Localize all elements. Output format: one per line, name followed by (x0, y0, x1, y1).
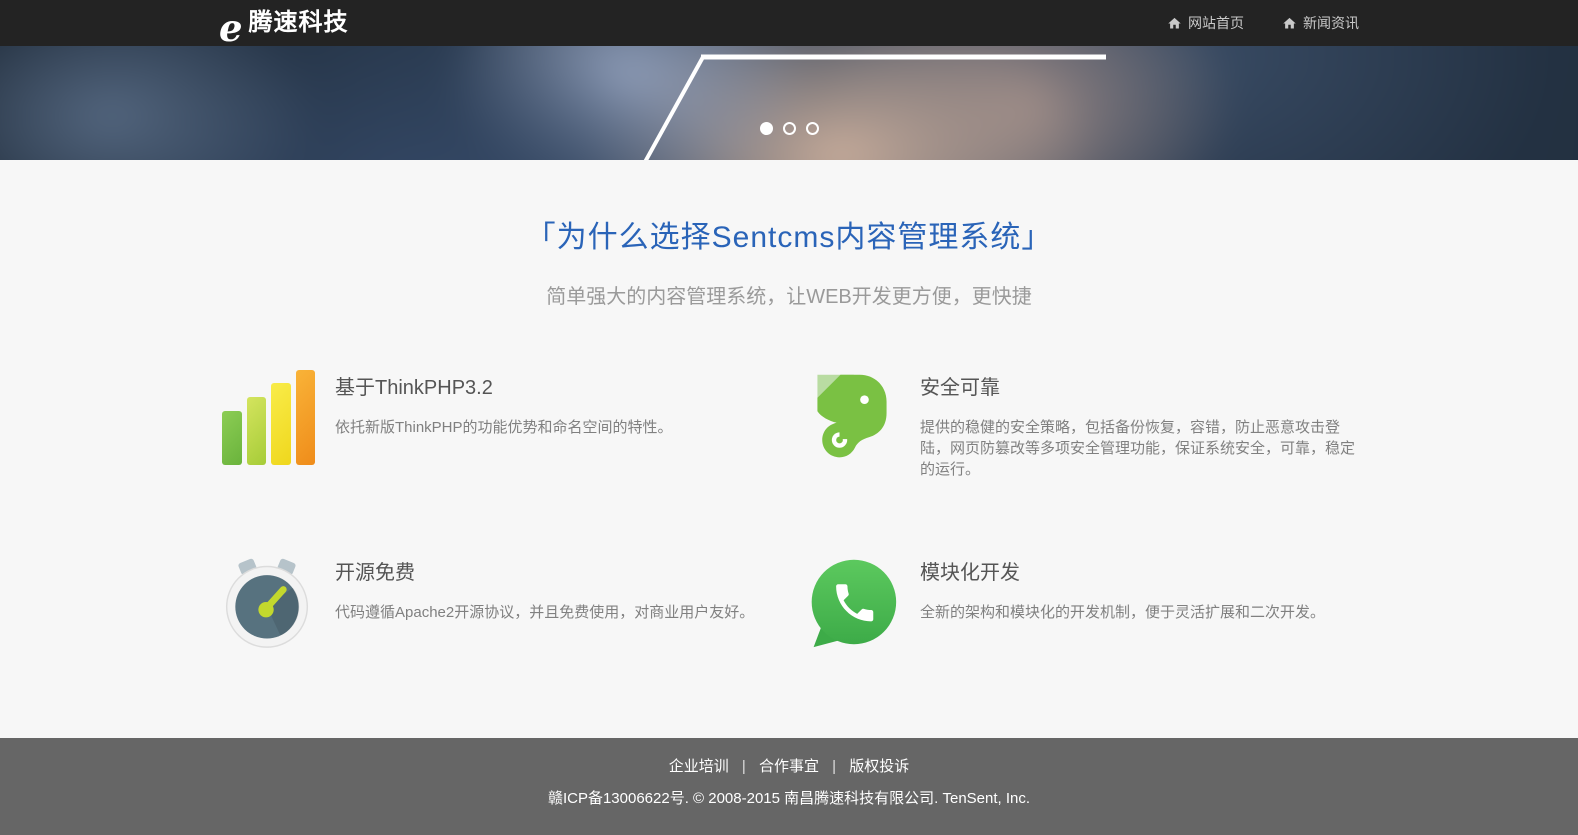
feature-desc: 全新的架构和模块化的开发机制，便于灵活扩展和二次开发。 (920, 602, 1325, 623)
nav-item-label: 网站首页 (1188, 13, 1244, 33)
stopwatch-icon (219, 554, 315, 650)
elephant-icon (804, 369, 900, 465)
home-icon (1167, 16, 1182, 31)
carousel-dot-1[interactable] (760, 122, 773, 135)
feature-opensource: 开源免费 代码遵循Apache2开源协议，并且免费使用，对商业用户友好。 (204, 554, 789, 650)
top-nav: 网站首页 新闻资讯 (1167, 13, 1359, 33)
footer-link-cooperation[interactable]: 合作事宜 (759, 758, 819, 775)
feature-title: 基于ThinkPHP3.2 (335, 371, 673, 400)
features-grid: 基于ThinkPHP3.2 依托新版ThinkPHP的功能优势和命名空间的特性。… (204, 369, 1374, 650)
feature-title: 模块化开发 (920, 556, 1325, 585)
logo-dragon-e-icon: e (219, 11, 243, 45)
whatsapp-icon (804, 554, 900, 650)
footer-separator: | (742, 758, 746, 775)
hero-carousel (0, 46, 1578, 160)
nav-item-label: 新闻资讯 (1303, 13, 1359, 33)
feature-thinkphp: 基于ThinkPHP3.2 依托新版ThinkPHP的功能优势和命名空间的特性。 (204, 369, 789, 480)
site-footer: 企业培训 | 合作事宜 | 版权投诉 赣ICP备13006622号. © 200… (0, 738, 1578, 835)
feature-desc: 代码遵循Apache2开源协议，并且免费使用，对商业用户友好。 (335, 602, 754, 623)
carousel-dots (0, 122, 1578, 135)
carousel-dot-2[interactable] (783, 122, 796, 135)
site-logo[interactable]: e 腾速科技 (219, 3, 349, 43)
bar-chart-icon (219, 369, 315, 465)
home-icon (1282, 16, 1297, 31)
feature-desc: 依托新版ThinkPHP的功能优势和命名空间的特性。 (335, 417, 673, 438)
feature-title: 开源免费 (335, 556, 754, 585)
section-title: 「为什么选择Sentcms内容管理系统」 (0, 212, 1578, 256)
hero-decor-lines (0, 46, 1578, 160)
footer-link-training[interactable]: 企业培训 (669, 758, 729, 775)
nav-item-site-home[interactable]: 网站首页 (1167, 13, 1244, 33)
site-header: e 腾速科技 网站首页 新闻资讯 (0, 0, 1578, 46)
feature-modular: 模块化开发 全新的架构和模块化的开发机制，便于灵活扩展和二次开发。 (789, 554, 1374, 650)
footer-separator: | (832, 758, 836, 775)
footer-link-copyright-complaint[interactable]: 版权投诉 (849, 758, 909, 775)
feature-desc: 提供的稳健的安全策略，包括备份恢复，容错，防止恶意攻击登陆，网页防篡改等多项安全… (920, 417, 1359, 480)
nav-item-news[interactable]: 新闻资讯 (1282, 13, 1359, 33)
footer-links: 企业培训 | 合作事宜 | 版权投诉 (0, 755, 1578, 776)
section-subtitle: 简单强大的内容管理系统，让WEB开发更方便，更快捷 (0, 280, 1578, 309)
carousel-dot-3[interactable] (806, 122, 819, 135)
why-sentcms-section: 「为什么选择Sentcms内容管理系统」 简单强大的内容管理系统，让WEB开发更… (0, 160, 1578, 738)
feature-security: 安全可靠 提供的稳健的安全策略，包括备份恢复，容错，防止恶意攻击登陆，网页防篡改… (789, 369, 1374, 480)
feature-title: 安全可靠 (920, 371, 1359, 400)
logo-text: 腾速科技 (249, 3, 349, 43)
